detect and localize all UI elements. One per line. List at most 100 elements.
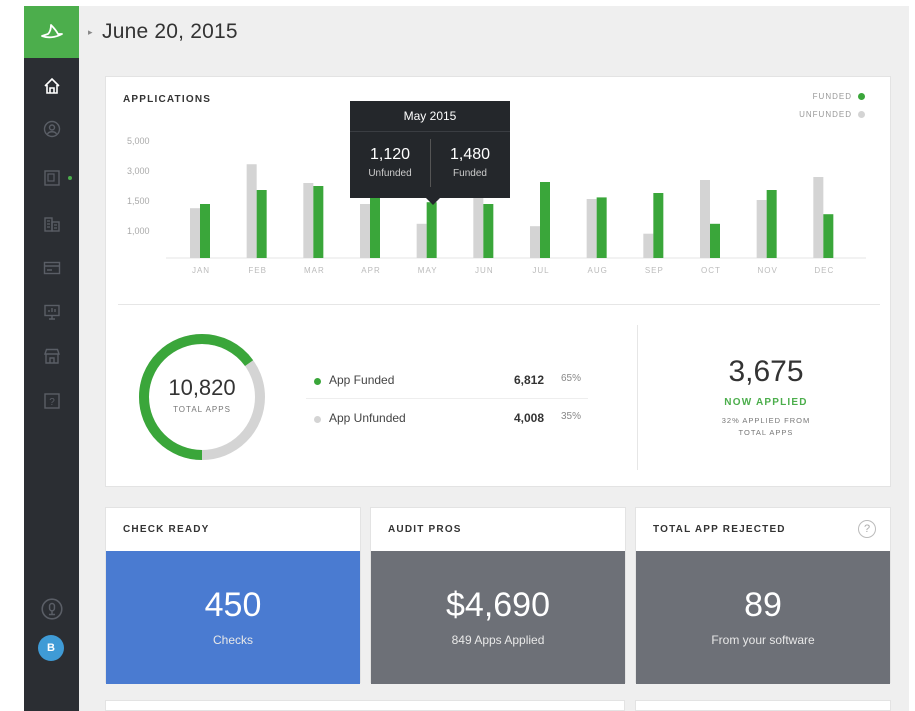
logo[interactable] (24, 6, 79, 58)
applied-subtext-line: TOTAL APPS (738, 428, 794, 437)
next-card-row (635, 700, 891, 711)
y-tick-label: 1,500 (127, 196, 150, 206)
bar-funded (200, 204, 210, 258)
x-tick-label: DEC (814, 266, 834, 275)
tile-body: 450 Checks (106, 551, 360, 684)
support-button[interactable] (24, 590, 79, 628)
tile-total-app-rejected[interactable]: TOTAL APP REJECTED ? 89 From your softwa… (635, 507, 891, 684)
tile-subtitle: 849 Apps Applied (451, 633, 545, 647)
y-tick-label: 1,000 (127, 226, 150, 236)
tile-subtitle: From your software (711, 633, 815, 647)
notification-dot (68, 176, 72, 180)
bar-funded (710, 223, 720, 258)
total-apps-label: TOTAL APPS (173, 405, 231, 414)
divider (306, 398, 588, 399)
tile-body: $4,690 849 Apps Applied (371, 551, 625, 684)
user-circle-icon (43, 120, 60, 138)
logo-icon (40, 24, 63, 39)
bar-unfunded (586, 199, 597, 258)
tile-header: AUDIT PROS (371, 508, 625, 551)
x-tick-label: OCT (701, 266, 721, 275)
divider (350, 131, 510, 132)
bar-unfunded (416, 223, 427, 258)
avatar[interactable]: B (38, 635, 64, 661)
bar-funded (483, 204, 494, 258)
tile-header: CHECK READY (106, 508, 360, 551)
support-icon (40, 598, 63, 620)
tile-header: TOTAL APP REJECTED ? (636, 508, 890, 551)
card-icon (43, 261, 60, 275)
monitor-icon (43, 304, 60, 320)
document-icon (43, 170, 60, 186)
applied-subtext-line: 32% APPLIED FROM (721, 416, 811, 425)
divider (637, 325, 638, 470)
help-circle-icon[interactable]: ? (858, 520, 876, 538)
x-tick-label: APR (361, 266, 380, 275)
tile-audit-pros[interactable]: AUDIT PROS $4,690 849 Apps Applied (370, 507, 626, 684)
x-tick-label: MAY (418, 266, 438, 275)
bar-unfunded (756, 200, 767, 258)
bar-funded (653, 193, 664, 258)
tile-value: 450 (204, 586, 262, 624)
bar-unfunded (643, 233, 654, 258)
sidebar-item-buildings[interactable] (24, 205, 79, 243)
funded-dot (314, 378, 321, 385)
help-icon: ? (43, 393, 60, 409)
bar-unfunded (813, 177, 824, 258)
bar-unfunded (360, 204, 370, 258)
home-icon (43, 77, 60, 94)
bar-unfunded (473, 191, 484, 258)
sidebar-item-documents[interactable] (24, 159, 79, 197)
bar-unfunded (190, 208, 200, 258)
tile-check-ready[interactable]: CHECK READY 450 Checks (105, 507, 361, 684)
x-tick-label: FEB (248, 266, 267, 275)
sidebar: ? B (24, 6, 79, 711)
bar-funded (596, 197, 607, 258)
stat-row-funded: App Funded 6,812 65% (314, 373, 589, 393)
tooltip-funded-value: 1,480 (449, 146, 491, 163)
divider (118, 304, 880, 305)
bar-funded (313, 186, 324, 258)
tile-title: TOTAL APP REJECTED (653, 524, 786, 535)
tooltip-title: May 2015 (403, 109, 457, 123)
bar-funded (256, 190, 267, 258)
sidebar-item-help[interactable]: ? (24, 382, 79, 420)
x-tick-label: JUN (475, 266, 494, 275)
sidebar-item-home[interactable] (24, 67, 79, 105)
stat-label: App Funded (329, 373, 395, 387)
svg-text:?: ? (49, 397, 55, 408)
bar-funded (426, 202, 437, 258)
store-icon (43, 348, 60, 364)
tile-title: AUDIT PROS (388, 524, 462, 535)
stat-row-unfunded: App Unfunded 4,008 35% (314, 411, 589, 431)
tooltip-funded-label: Funded (453, 168, 487, 179)
page-title-date: June 20, 2015 (102, 20, 238, 43)
stat-value: 4,008 (513, 411, 544, 425)
stat-percent: 65% (561, 373, 582, 384)
bar-funded (766, 190, 777, 258)
sidebar-item-payments[interactable] (24, 249, 79, 287)
x-tick-label: AUG (587, 266, 607, 275)
applied-subtext: 32% APPLIED FROM TOTAL APPS (666, 415, 866, 439)
bar-funded (370, 191, 380, 258)
stat-label: App Unfunded (329, 411, 406, 425)
stat-value: 6,812 (513, 373, 544, 387)
applied-number: 3,675 (728, 355, 804, 388)
sidebar-item-profile[interactable] (24, 110, 79, 148)
bar-unfunded (246, 164, 257, 258)
x-tick-label: MAR (304, 266, 325, 275)
sidebar-item-reports[interactable] (24, 293, 79, 331)
bar-unfunded (700, 180, 710, 258)
y-tick-label: 5,000 (127, 136, 150, 146)
building-icon (43, 217, 60, 232)
next-card-row (105, 700, 625, 711)
total-apps-number: 10,820 (168, 375, 236, 400)
chart-tooltip: May 2015 1,120 Unfunded 1,480 Funded (350, 101, 510, 205)
x-tick-label: JAN (192, 266, 210, 275)
stat-percent: 35% (561, 411, 582, 422)
sidebar-item-store[interactable] (24, 337, 79, 375)
bar-funded (540, 182, 550, 258)
bar-unfunded (303, 183, 314, 258)
breadcrumb-caret-icon[interactable]: ▸ (88, 27, 93, 38)
bar-unfunded (530, 226, 540, 258)
